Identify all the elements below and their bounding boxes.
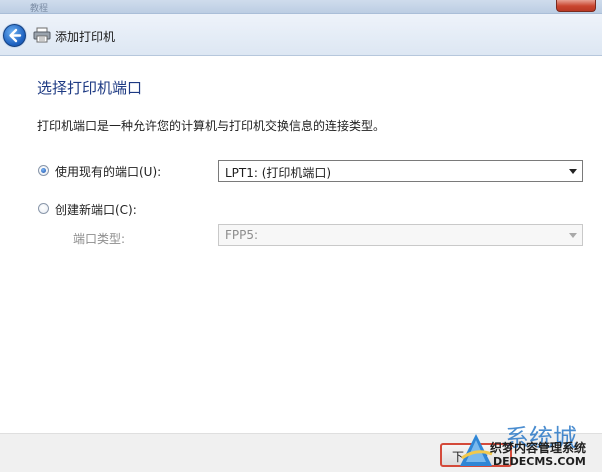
create-new-port-radio[interactable] bbox=[38, 203, 49, 214]
port-type-label: 端口类型: bbox=[73, 232, 126, 246]
existing-port-value: LPT1: (打印机端口) bbox=[225, 166, 332, 180]
watermark-text-small: DEDECMS.COM bbox=[493, 455, 586, 468]
chevron-down-icon bbox=[569, 233, 577, 238]
create-new-port-label[interactable]: 创建新端口(C): bbox=[55, 201, 137, 218]
chevron-down-icon bbox=[569, 169, 577, 174]
use-existing-port-radio[interactable] bbox=[38, 165, 49, 176]
use-existing-port-label[interactable]: 使用现有的端口(U): bbox=[55, 163, 161, 180]
back-arrow-icon bbox=[9, 28, 22, 43]
port-type-value: FPP5: bbox=[225, 228, 259, 242]
navigation-bar: 添加打印机 bbox=[0, 14, 602, 56]
wizard-title: 添加打印机 bbox=[55, 30, 116, 44]
window-title: 教程 bbox=[30, 4, 49, 14]
existing-port-select[interactable]: LPT1: (打印机端口) bbox=[218, 160, 583, 182]
port-type-select: FPP5: bbox=[218, 224, 583, 246]
watermark-text-middle: 织梦内容管理系统 bbox=[490, 441, 587, 455]
window-title-bar: 教程 bbox=[0, 0, 602, 14]
printer-icon bbox=[33, 27, 51, 43]
back-button[interactable] bbox=[3, 24, 26, 47]
page-heading: 选择打印机端口 bbox=[37, 79, 143, 97]
page-description: 打印机端口是一种允许您的计算机与打印机交换信息的连接类型。 bbox=[37, 119, 386, 133]
close-button[interactable] bbox=[556, 0, 596, 12]
